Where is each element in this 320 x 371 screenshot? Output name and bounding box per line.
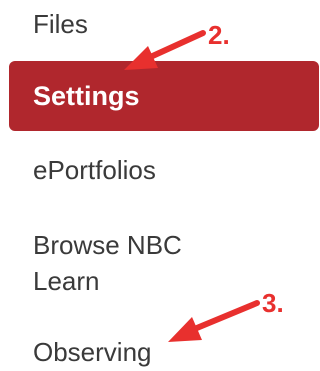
nav-item-settings[interactable]: Settings [9, 61, 319, 131]
nav-item-browse-nbc-learn[interactable]: Browse NBC Learn [33, 227, 233, 299]
nav-item-eportfolios[interactable]: ePortfolios [33, 155, 156, 185]
course-navigation: Files Settings ePortfolios Browse NBC Le… [0, 0, 320, 371]
nav-item-settings-label: Settings [33, 81, 140, 111]
nav-item-files[interactable]: Files [33, 9, 88, 39]
nav-item-observing[interactable]: Observing [33, 337, 152, 367]
